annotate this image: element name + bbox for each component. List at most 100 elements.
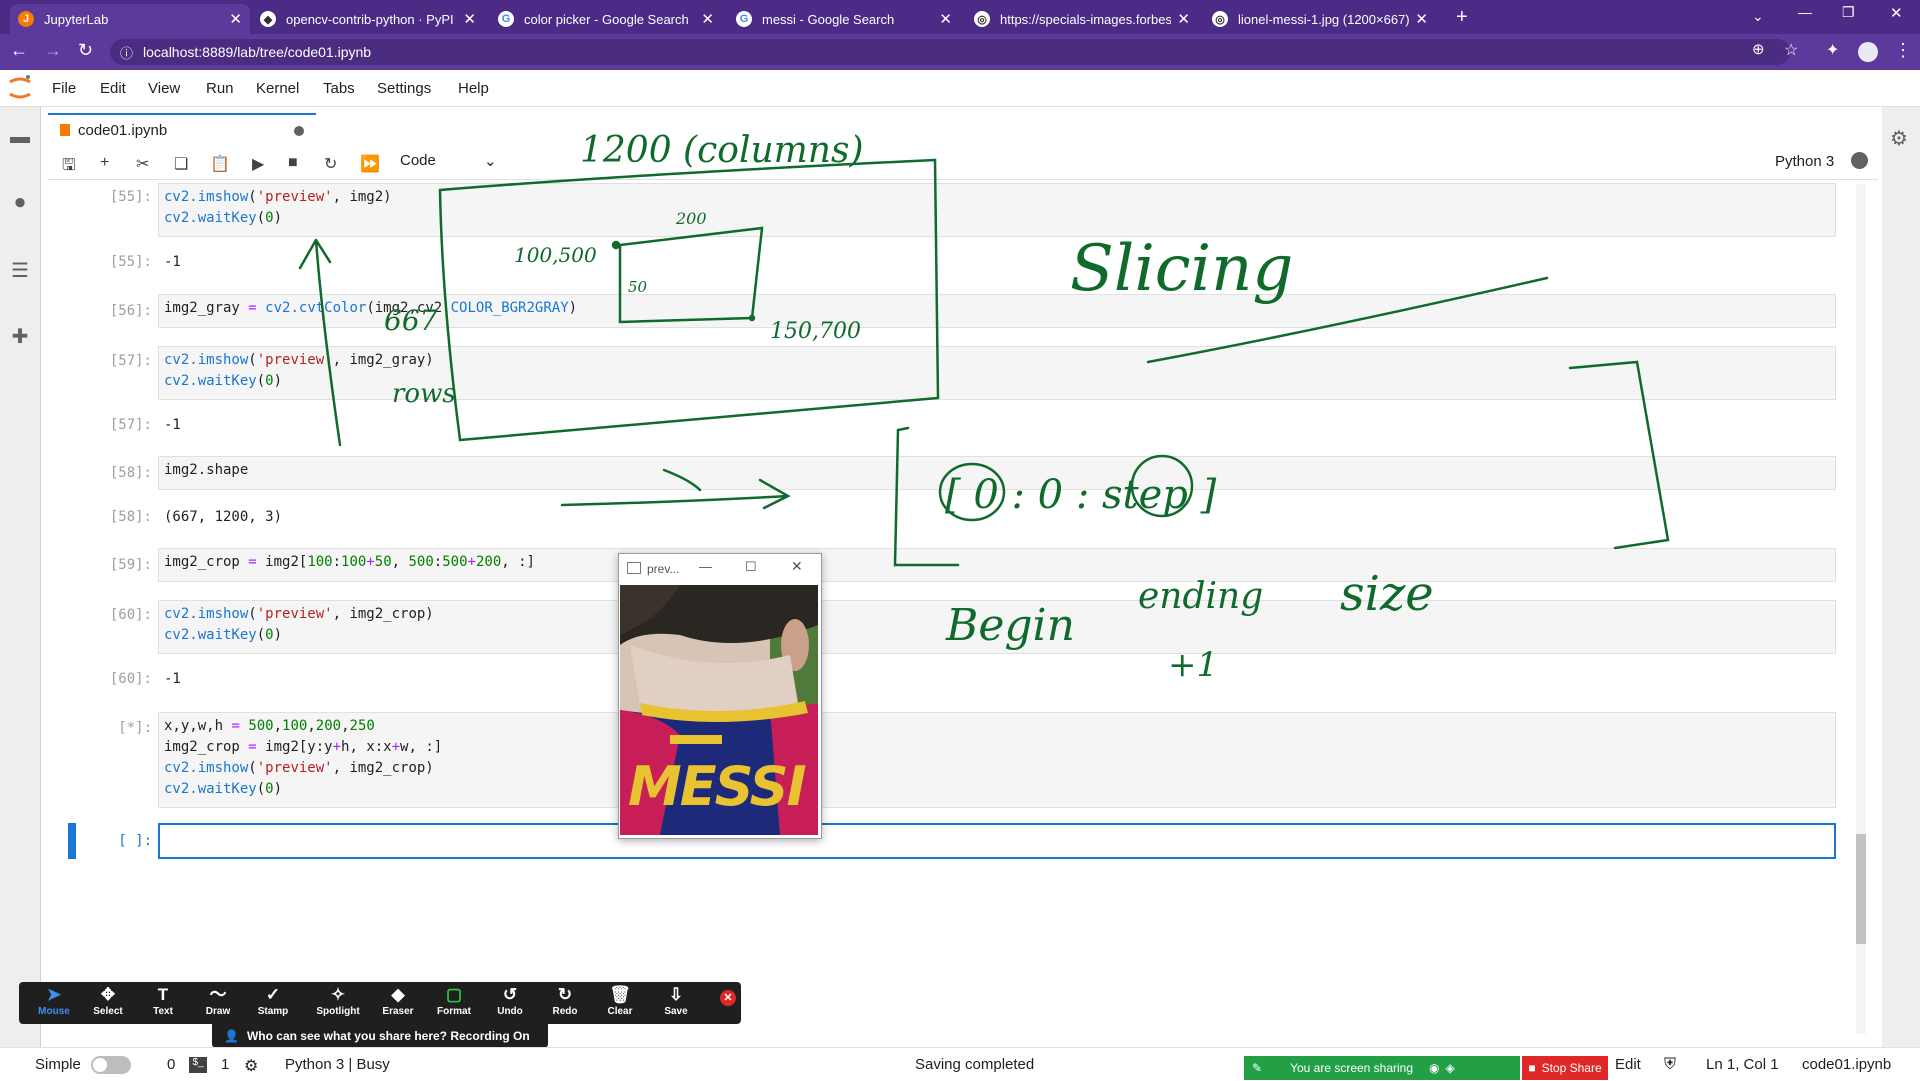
extensions-icon[interactable]: ✦ xyxy=(1826,40,1839,60)
terminal-icon[interactable]: $_ xyxy=(189,1057,207,1073)
code-cell[interactable]: cv2.imshow('preview', img2_gray) cv2.wait… xyxy=(158,346,1836,400)
kernel-status[interactable]: Python 3 | Busy xyxy=(285,1056,390,1073)
property-inspector-icon[interactable]: ⚙ xyxy=(1890,126,1908,151)
browser-tab-pypi[interactable]: ◆ opencv-contrib-python · PyPI ✕ xyxy=(252,4,484,34)
unsaved-dot-icon[interactable] xyxy=(294,126,304,136)
notebook-tab[interactable]: code01.ipynb xyxy=(48,113,316,145)
zoom-stamp-button[interactable]: ✓ Stamp xyxy=(247,984,299,1024)
code-cell[interactable]: x,y,w,h = 500,100,200,250 img2_crop = img… xyxy=(158,712,1836,808)
zoom-text-button[interactable]: T Text xyxy=(137,984,189,1024)
zoom-redo-button[interactable]: ↻ Redo xyxy=(539,984,591,1024)
kernel-name[interactable]: Python 3 xyxy=(1775,153,1834,170)
notebook-scrollbar[interactable] xyxy=(1856,184,1866,1034)
close-tab-icon[interactable]: ✕ xyxy=(939,10,952,28)
zoom-format-button[interactable]: ▢ Format xyxy=(428,984,480,1024)
menu-run[interactable]: Run xyxy=(206,80,234,97)
zoom-undo-button[interactable]: ↺ Undo xyxy=(484,984,536,1024)
site-info-icon[interactable]: ⓘ xyxy=(120,43,133,62)
close-icon[interactable]: ✕ xyxy=(791,558,803,575)
trash-icon: 🗑 xyxy=(609,985,631,1004)
save-icon[interactable]: 🖫 xyxy=(62,154,76,181)
zoom-close-icon[interactable]: ✕ xyxy=(720,990,736,1006)
code-cell[interactable]: cv2.imshow('preview', img2) cv2.waitKey(0… xyxy=(158,183,1836,237)
browser-tab-messi-search[interactable]: G messi - Google Search ✕ xyxy=(728,4,960,34)
preview-titlebar[interactable]: prev... — ☐ ✕ xyxy=(619,554,821,584)
code-cell[interactable]: img2.shape xyxy=(158,456,1836,490)
back-icon[interactable]: ← xyxy=(10,40,28,61)
close-tab-icon[interactable]: ✕ xyxy=(701,10,714,28)
preview-window[interactable]: prev... — ☐ ✕ MESSI xyxy=(618,553,822,839)
code-cell[interactable]: cv2.imshow('preview', img2_crop) cv2.wait… xyxy=(158,600,1836,654)
minimize-icon[interactable]: — xyxy=(699,559,712,574)
zoom-eraser-button[interactable]: ◆ Eraser xyxy=(372,984,424,1024)
zoom-icon[interactable]: ⊕ xyxy=(1752,40,1765,58)
cursor-position[interactable]: Ln 1, Col 1 xyxy=(1706,1056,1779,1073)
kernel-gear-icon[interactable]: ⚙ xyxy=(244,1056,258,1076)
browser-tab-forbes-image[interactable]: ◎ https://specials-images.forbesim ✕ xyxy=(966,4,1198,34)
maximize-icon[interactable]: ☐ xyxy=(745,559,757,575)
stop-share-button[interactable]: ■ Stop Share xyxy=(1522,1056,1608,1080)
menu-view[interactable]: View xyxy=(148,80,180,97)
simple-mode-toggle[interactable] xyxy=(91,1056,131,1074)
scrollbar-thumb[interactable] xyxy=(1856,834,1866,944)
zoom-spotlight-button[interactable]: ✧ Spotlight xyxy=(310,984,366,1024)
restart-run-all-icon[interactable]: ⏩ xyxy=(360,154,380,174)
close-tab-icon[interactable]: ✕ xyxy=(229,10,242,28)
close-window-icon[interactable]: ✕ xyxy=(1890,4,1903,22)
zoom-clear-button[interactable]: 🗑 Clear xyxy=(594,984,646,1024)
address-bar[interactable]: ⓘ localhost:8889/lab/tree/code01.ipynb xyxy=(110,39,1790,65)
zoom-select-button[interactable]: ✥ Select xyxy=(82,984,134,1024)
add-cell-icon[interactable]: + xyxy=(100,154,109,172)
cell-type-select[interactable]: Code ⌄ xyxy=(400,152,500,170)
menu-edit[interactable]: Edit xyxy=(100,80,126,97)
tab-search-icon[interactable]: ⌄ xyxy=(1752,8,1764,25)
browser-menu-icon[interactable]: ⋮ xyxy=(1894,40,1912,61)
zoom-recording-tip[interactable]: 👤 Who can see what you share here? Recor… xyxy=(212,1024,548,1048)
folder-icon[interactable]: ▬ xyxy=(8,126,32,150)
tab-title: https://specials-images.forbesim xyxy=(1000,11,1172,27)
menu-file[interactable]: File xyxy=(52,80,76,97)
simple-mode-label: Simple xyxy=(35,1056,81,1073)
code-line: img2.shape xyxy=(164,462,249,478)
active-code-cell-input[interactable] xyxy=(158,823,1836,859)
save-download-icon: ⇩ xyxy=(668,985,684,1004)
maximize-window-icon[interactable]: ❐ xyxy=(1842,4,1855,21)
run-icon[interactable]: ▶ xyxy=(252,154,264,174)
code-line: cv2.imshow('preview', img2_crop) xyxy=(164,606,434,622)
running-sessions-icon[interactable]: ⏺ xyxy=(8,192,32,216)
profile-avatar[interactable] xyxy=(1858,42,1878,62)
zoom-save-button[interactable]: ⇩ Save xyxy=(650,984,702,1024)
terminal-count: 0 xyxy=(167,1056,176,1073)
reload-icon[interactable]: ↻ xyxy=(78,40,93,61)
new-tab-icon[interactable]: + xyxy=(1456,6,1468,29)
cut-icon[interactable]: ✂ xyxy=(136,154,149,174)
copy-icon[interactable]: ❏ xyxy=(174,154,188,174)
stop-icon[interactable]: ■ xyxy=(288,154,298,172)
browser-tab-messi-jpg[interactable]: ◎ lionel-messi-1.jpg (1200×667) ✕ xyxy=(1204,4,1436,34)
close-tab-icon[interactable]: ✕ xyxy=(1415,10,1428,28)
extension-manager-icon[interactable]: ✚ xyxy=(8,324,32,348)
cell-type-label: Code xyxy=(400,152,436,169)
zoom-draw-button[interactable]: 〜 Draw xyxy=(192,984,244,1024)
browser-tab-jupyterlab[interactable]: J JupyterLab ✕ xyxy=(10,4,250,34)
messi-crop-image: MESSI xyxy=(620,585,818,835)
menu-help[interactable]: Help xyxy=(458,80,489,97)
close-tab-icon[interactable]: ✕ xyxy=(463,10,476,28)
trusted-shield-icon[interactable]: ⛨ xyxy=(1664,1056,1676,1074)
browser-tab-color-picker[interactable]: G color picker - Google Search ✕ xyxy=(490,4,722,34)
menu-tabs[interactable]: Tabs xyxy=(323,80,355,97)
menu-settings[interactable]: Settings xyxy=(377,80,431,97)
paste-icon[interactable]: 📋 xyxy=(210,154,230,174)
bookmark-star-icon[interactable]: ☆ xyxy=(1784,40,1798,60)
share-icon: ✎ xyxy=(1252,1061,1263,1075)
menu-kernel[interactable]: Kernel xyxy=(256,80,299,97)
code-cell[interactable]: img2_crop = img2[100:100+50, 500:500+200… xyxy=(158,548,1836,582)
zoom-mouse-button[interactable]: ➤ Mouse xyxy=(28,984,80,1024)
restart-icon[interactable]: ↻ xyxy=(324,154,337,174)
forward-icon[interactable]: → xyxy=(44,40,62,61)
minimize-window-icon[interactable]: — xyxy=(1798,4,1812,20)
table-of-contents-icon[interactable]: ☰ xyxy=(8,258,32,282)
tab-title: opencv-contrib-python · PyPI xyxy=(286,11,454,27)
code-cell[interactable]: img2_gray = cv2.cvtColor(img2,cv2.COLOR_… xyxy=(158,294,1836,328)
close-tab-icon[interactable]: ✕ xyxy=(1177,10,1190,28)
